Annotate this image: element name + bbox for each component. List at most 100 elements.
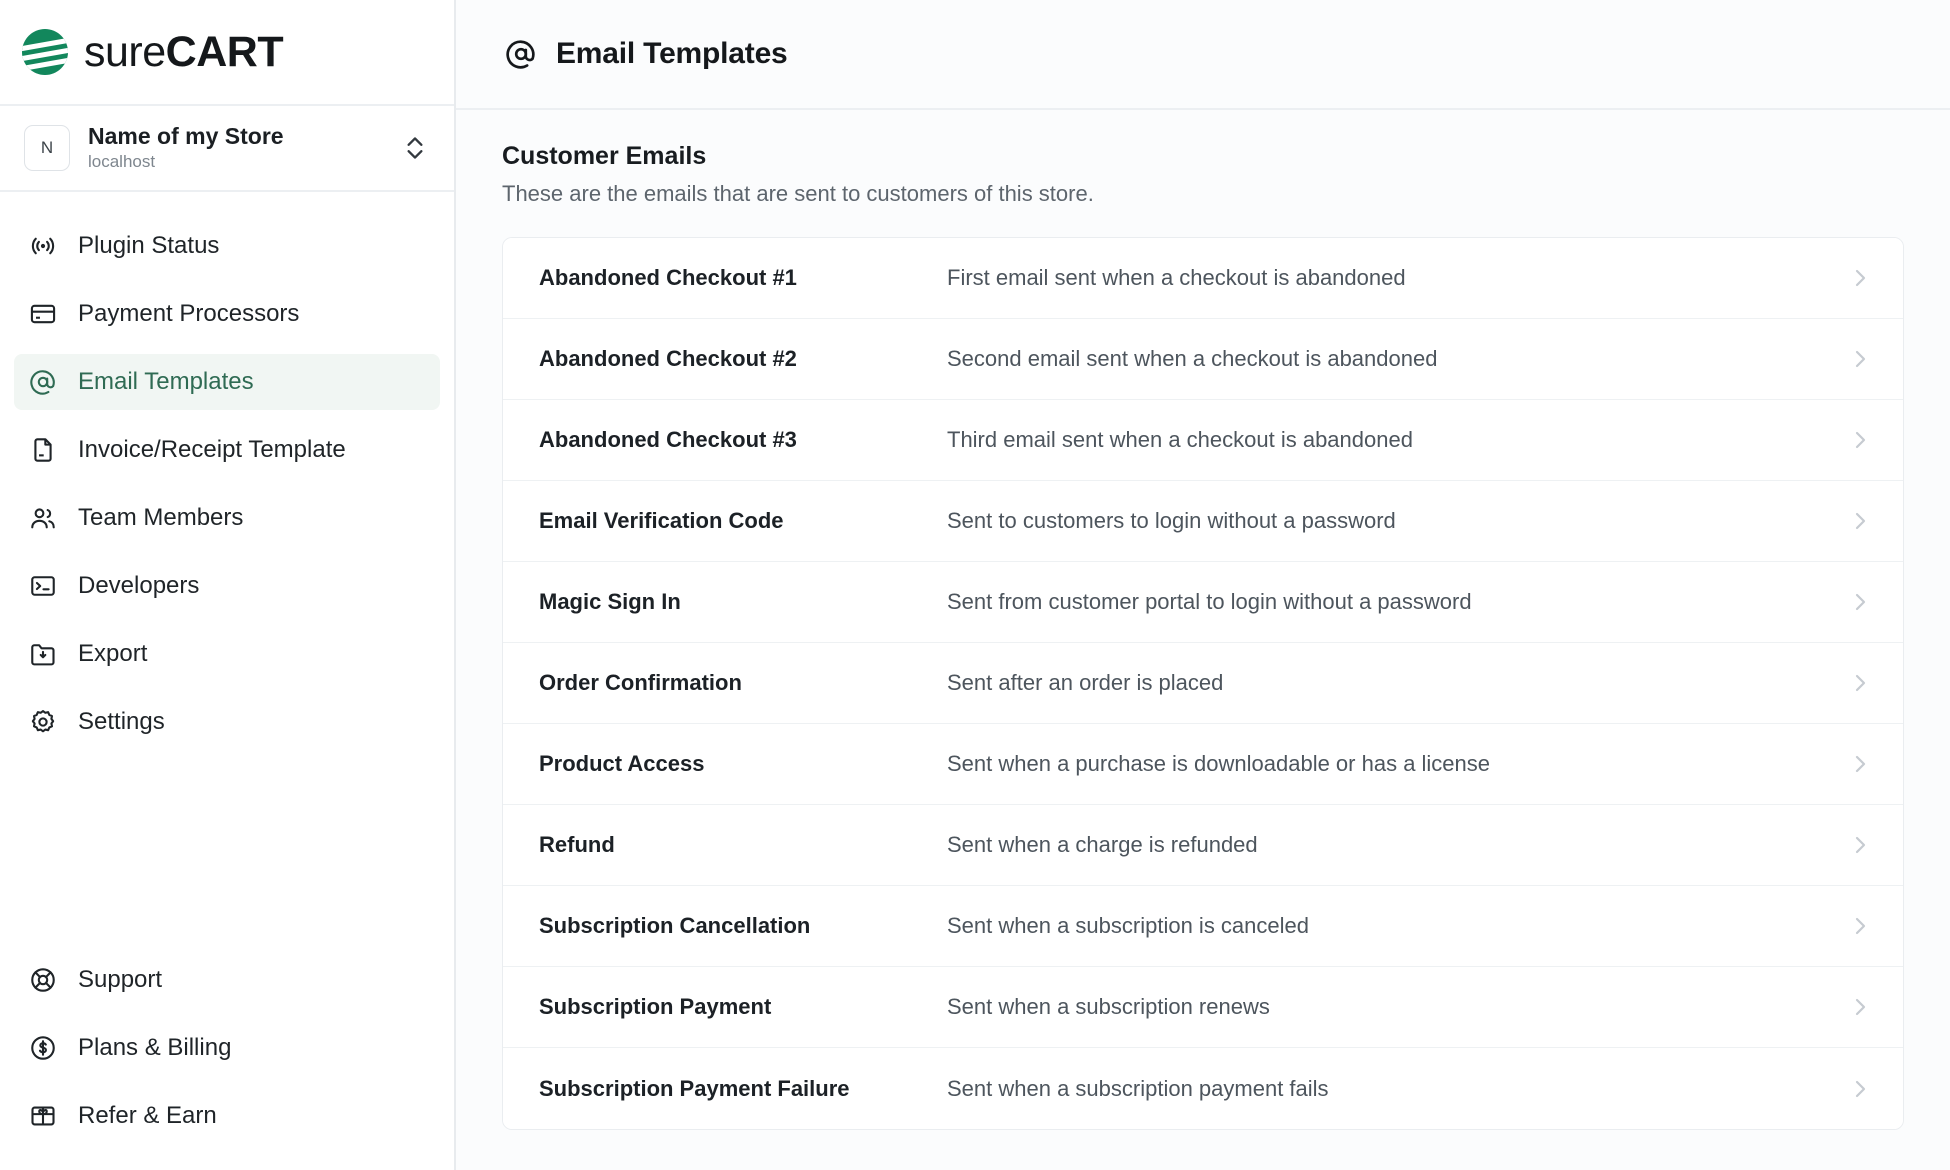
sidebar-item-invoice-receipt-template[interactable]: Invoice/Receipt Template <box>14 422 440 478</box>
chevron-right-icon[interactable] <box>1847 751 1873 777</box>
row-description: Sent when a subscription is canceled <box>947 913 1309 938</box>
sidebar-item-email-templates[interactable]: Email Templates <box>14 354 440 410</box>
dollar-circle-icon <box>28 1033 58 1063</box>
row-description: Sent after an order is placed <box>947 670 1224 695</box>
row-title: Magic Sign In <box>539 589 681 614</box>
at-sign-icon <box>504 37 538 71</box>
table-row[interactable]: Subscription Payment Sent when a subscri… <box>503 967 1903 1048</box>
chevron-right-icon[interactable] <box>1847 832 1873 858</box>
sidebar-item-label: Payment Processors <box>78 300 300 327</box>
sidebar-item-plans-billing[interactable]: Plans & Billing <box>14 1020 438 1076</box>
surecart-logo-icon <box>22 29 68 75</box>
document-icon <box>28 435 58 465</box>
store-name: Name of my Store <box>88 123 284 150</box>
table-row[interactable]: Subscription Cancellation Sent when a su… <box>503 886 1903 967</box>
row-title: Email Verification Code <box>539 508 784 533</box>
sidebar-item-settings[interactable]: Settings <box>14 694 440 750</box>
credit-card-icon <box>28 299 58 329</box>
store-host: localhost <box>88 151 156 171</box>
row-description: Sent when a subscription payment fails <box>947 1075 1329 1101</box>
row-description: Sent when a subscription renews <box>947 994 1270 1019</box>
sidebar-item-label: Developers <box>78 572 200 599</box>
table-row[interactable]: Order Confirmation Sent after an order i… <box>503 643 1903 724</box>
sidebar-bottom-nav: Support Plans & Billing Refer & Earn <box>0 952 452 1170</box>
table-row[interactable]: Subscription Payment Failure Sent when a… <box>503 1048 1903 1129</box>
row-title: Abandoned Checkout #1 <box>539 265 797 290</box>
row-description: Sent from customer portal to login witho… <box>947 589 1472 614</box>
sidebar-item-developers[interactable]: Developers <box>14 558 440 614</box>
table-row[interactable]: Refund Sent when a charge is refunded <box>503 805 1903 886</box>
sidebar-item-export[interactable]: Export <box>14 626 440 682</box>
row-title: Abandoned Checkout #3 <box>539 427 797 452</box>
sidebar-item-support[interactable]: Support <box>14 952 438 1008</box>
sidebar-item-plugin-status[interactable]: Plugin Status <box>14 218 440 274</box>
gear-icon <box>28 707 58 737</box>
table-row[interactable]: Product Access Sent when a purchase is d… <box>503 724 1903 805</box>
row-title: Order Confirmation <box>539 670 742 695</box>
table-row[interactable]: Magic Sign In Sent from customer portal … <box>503 562 1903 643</box>
brand-wordmark: sureCART <box>84 27 284 76</box>
app-root: sureCART N Name of my Store localhost Pl… <box>0 0 1950 1170</box>
chevron-right-icon[interactable] <box>1847 1076 1873 1102</box>
row-description: Sent when a purchase is downloadable or … <box>947 751 1491 776</box>
sidebar: sureCART N Name of my Store localhost Pl… <box>0 0 456 1170</box>
brand-logo[interactable]: sureCART <box>0 0 454 104</box>
terminal-icon <box>28 571 58 601</box>
sidebar-item-label: Plugin Status <box>78 232 220 259</box>
sidebar-item-label: Refer & Earn <box>78 1102 217 1129</box>
row-title: Subscription Payment Failure <box>539 1075 850 1101</box>
chevron-right-icon[interactable] <box>1847 265 1873 291</box>
chevron-right-icon[interactable] <box>1847 994 1873 1020</box>
brand-name-light: sure <box>84 27 166 76</box>
broadcast-icon <box>28 231 58 261</box>
chevron-right-icon[interactable] <box>1847 427 1873 453</box>
table-row[interactable]: Abandoned Checkout #2 Second email sent … <box>503 319 1903 400</box>
main-content: Email Templates Customer Emails These ar… <box>456 0 1950 1170</box>
row-description: Sent when a charge is refunded <box>947 832 1258 857</box>
sidebar-item-label: Team Members <box>78 504 244 531</box>
gift-icon <box>28 1101 58 1131</box>
customer-emails-section: Customer Emails These are the emails tha… <box>456 110 1950 1130</box>
store-selector[interactable]: N Name of my Store localhost <box>0 104 454 192</box>
sidebar-item-payment-processors[interactable]: Payment Processors <box>14 286 440 342</box>
chevron-up-down-icon[interactable] <box>402 131 428 165</box>
row-description: Second email sent when a checkout is aba… <box>947 346 1438 371</box>
table-row[interactable]: Email Verification Code Sent to customer… <box>503 481 1903 562</box>
at-sign-icon <box>28 367 58 397</box>
chevron-right-icon[interactable] <box>1847 508 1873 534</box>
row-description: Third email sent when a checkout is aban… <box>947 427 1413 452</box>
sidebar-item-team-members[interactable]: Team Members <box>14 490 440 546</box>
table-row[interactable]: Abandoned Checkout #1 First email sent w… <box>503 238 1903 319</box>
sidebar-item-label: Email Templates <box>78 368 254 395</box>
row-title: Subscription Cancellation <box>539 913 811 938</box>
chevron-right-icon[interactable] <box>1847 670 1873 696</box>
chevron-right-icon[interactable] <box>1847 589 1873 615</box>
email-templates-list: Abandoned Checkout #1 First email sent w… <box>502 237 1904 1130</box>
section-description: These are the emails that are sent to cu… <box>502 181 1094 206</box>
page-title: Email Templates <box>556 37 788 70</box>
table-row[interactable]: Abandoned Checkout #3 Third email sent w… <box>503 400 1903 481</box>
row-description: Sent to customers to login without a pas… <box>947 508 1396 533</box>
row-title: Refund <box>539 832 615 857</box>
row-title: Product Access <box>539 751 705 776</box>
brand-name-bold: CART <box>165 27 284 76</box>
sidebar-item-refer-earn[interactable]: Refer & Earn <box>14 1088 438 1144</box>
lifebuoy-icon <box>28 965 58 995</box>
sidebar-item-label: Export <box>78 640 148 667</box>
row-title: Abandoned Checkout #2 <box>539 346 797 371</box>
users-icon <box>28 503 58 533</box>
row-title: Subscription Payment <box>539 994 772 1019</box>
store-meta: Name of my Store localhost <box>88 123 402 173</box>
sidebar-nav: Plugin Status Payment Processors Email T… <box>0 192 454 762</box>
sidebar-item-label: Settings <box>78 708 165 735</box>
chevron-right-icon[interactable] <box>1847 913 1873 939</box>
sidebar-item-label: Invoice/Receipt Template <box>78 436 346 463</box>
chevron-right-icon[interactable] <box>1847 346 1873 372</box>
avatar: N <box>24 125 70 171</box>
sidebar-item-label: Plans & Billing <box>78 1034 232 1061</box>
row-description: First email sent when a checkout is aban… <box>947 265 1406 290</box>
section-title: Customer Emails <box>502 142 707 170</box>
page-header: Email Templates <box>456 0 1950 110</box>
sidebar-item-label: Support <box>78 966 163 993</box>
folder-download-icon <box>28 639 58 669</box>
